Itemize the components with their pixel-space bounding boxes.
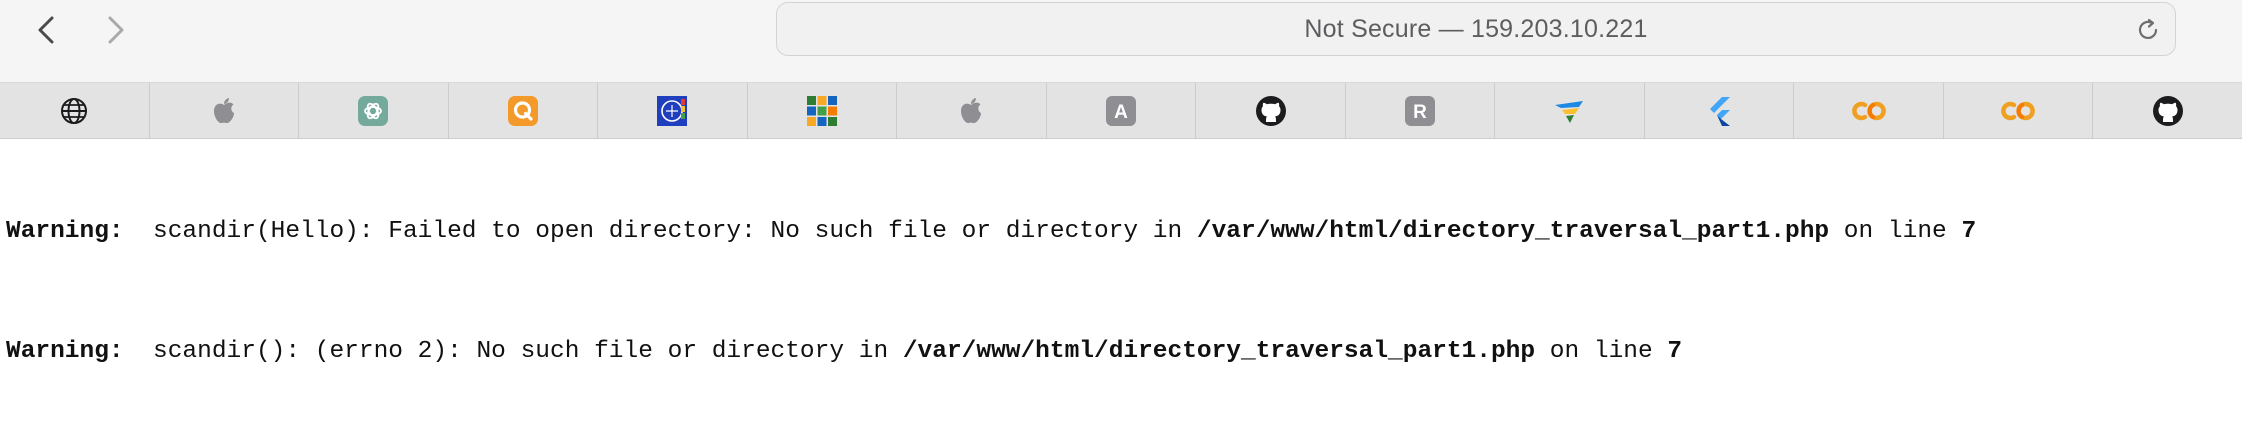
favorite-colab-2[interactable] bbox=[1944, 83, 2094, 138]
colab-icon bbox=[2001, 101, 2036, 120]
favorite-bird[interactable] bbox=[1495, 83, 1645, 138]
university-logo-icon bbox=[657, 95, 688, 126]
favorite-apple-2[interactable] bbox=[897, 83, 1047, 138]
warning-message: scandir(): (errno 2): No such file or di… bbox=[153, 338, 903, 365]
favorite-globe[interactable] bbox=[0, 83, 150, 138]
favorite-grid[interactable] bbox=[748, 83, 898, 138]
warning-file-path: /var/www/html/directory_traversal_part1.… bbox=[1196, 218, 1830, 245]
back-button[interactable] bbox=[24, 8, 68, 52]
apple-icon bbox=[961, 97, 982, 123]
favorite-chatgpt[interactable] bbox=[299, 83, 449, 138]
chatgpt-icon bbox=[358, 95, 389, 126]
globe-icon bbox=[61, 97, 88, 124]
favorite-github[interactable] bbox=[1196, 83, 1346, 138]
favorite-university[interactable] bbox=[598, 83, 748, 138]
apple-icon bbox=[213, 97, 234, 123]
warning-line-number: 7 bbox=[1961, 218, 1977, 245]
flutter-icon bbox=[1710, 96, 1731, 126]
favorites-bar: A R bbox=[0, 83, 2242, 139]
address-text: Not Secure — 159.203.10.221 bbox=[1304, 14, 1648, 43]
reload-button[interactable] bbox=[2133, 15, 2163, 45]
favorite-flutter[interactable] bbox=[1645, 83, 1795, 138]
github-icon bbox=[1255, 95, 1286, 126]
favorite-apple[interactable] bbox=[150, 83, 300, 138]
svg-text:R: R bbox=[1413, 102, 1427, 123]
favorite-q[interactable] bbox=[449, 83, 599, 138]
forward-button[interactable] bbox=[94, 8, 138, 52]
warning-file-path: /var/www/html/directory_traversal_part1.… bbox=[902, 338, 1536, 365]
warning-label: Warning: bbox=[6, 338, 124, 365]
favorite-github-2[interactable] bbox=[2093, 83, 2242, 138]
reload-icon bbox=[2138, 18, 2158, 39]
warning-line-text: on line bbox=[1535, 338, 1668, 365]
chevron-left-icon bbox=[38, 16, 54, 44]
warning-line-text: on line bbox=[1829, 218, 1962, 245]
svg-text:A: A bbox=[1114, 102, 1128, 123]
php-warning-1: Warning: scandir(Hello): Failed to open … bbox=[6, 217, 1976, 247]
q-icon bbox=[507, 95, 538, 126]
a-letter-icon: A bbox=[1105, 95, 1136, 126]
favorite-a[interactable]: A bbox=[1047, 83, 1197, 138]
warning-label: Warning: bbox=[6, 218, 124, 245]
github-icon bbox=[2152, 95, 2183, 126]
grid-icon bbox=[806, 95, 837, 126]
r-letter-icon: R bbox=[1405, 95, 1436, 126]
bird-icon bbox=[1554, 100, 1583, 123]
chevron-right-icon bbox=[108, 16, 124, 44]
colab-icon bbox=[1851, 101, 1886, 120]
php-warning-2: Warning: scandir(): (errno 2): No such f… bbox=[6, 337, 1682, 367]
warning-line-number: 7 bbox=[1667, 338, 1683, 365]
warning-message: scandir(Hello): Failed to open directory… bbox=[153, 218, 1197, 245]
address-bar[interactable]: Not Secure — 159.203.10.221 bbox=[776, 2, 2176, 56]
browser-toolbar: Not Secure — 159.203.10.221 bbox=[0, 0, 2242, 83]
favorite-colab[interactable] bbox=[1794, 83, 1944, 138]
page-content: Warning: scandir(Hello): Failed to open … bbox=[0, 139, 2242, 444]
favorite-r[interactable]: R bbox=[1346, 83, 1496, 138]
